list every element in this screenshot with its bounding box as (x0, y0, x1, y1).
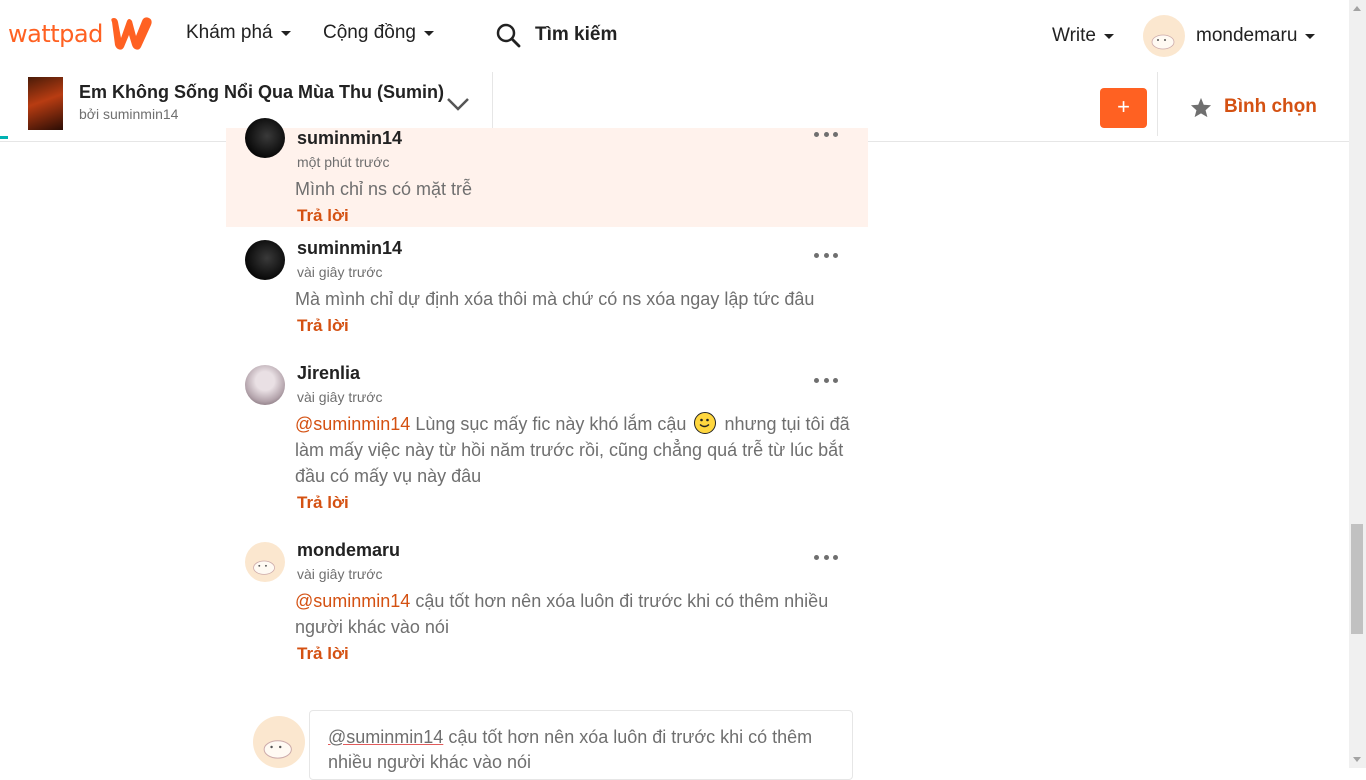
commenter-avatar[interactable] (245, 240, 285, 280)
comment-time: một phút trước (297, 154, 390, 170)
user-menu[interactable]: mondemaru (1143, 15, 1316, 57)
more-options-icon[interactable] (814, 249, 838, 261)
comment-list: suminmin14 một phút trước Mình chỉ ns có… (226, 118, 868, 679)
write-menu[interactable]: Write (1052, 25, 1114, 47)
reply-button[interactable]: Trả lời (297, 316, 850, 342)
commenter-name[interactable]: suminmin14 (297, 128, 850, 152)
composer-avatar (253, 716, 305, 768)
mention-link[interactable]: @suminmin14 (295, 591, 410, 611)
comment-item: suminmin14 một phút trước Mình chỉ ns có… (226, 118, 868, 227)
add-to-list-button[interactable]: + (1100, 88, 1147, 128)
top-navigation: wattpad Khám phá Cộng đồng Tìm kiếm Writ… (0, 0, 1349, 72)
more-options-icon[interactable] (814, 551, 838, 563)
scrollbar-thumb[interactable] (1351, 524, 1363, 634)
vote-label: Bình chọn (1224, 96, 1317, 117)
write-label: Write (1052, 25, 1096, 46)
search-label: Tìm kiếm (535, 24, 618, 45)
comment-text: Mà mình chỉ dự định xóa thôi mà chứ có n… (295, 289, 815, 309)
reading-progress-bar (0, 136, 8, 139)
caret-down-icon (1305, 33, 1316, 39)
composer-mention: @suminmin14 (328, 727, 444, 747)
caret-down-icon (280, 30, 291, 36)
commenter-name[interactable]: mondemaru (297, 540, 850, 564)
story-title[interactable]: Em Không Sống Nổi Qua Mùa Thu (Sumin) (79, 82, 444, 103)
discover-label: Khám phá (186, 22, 273, 43)
comment-text-part: Lùng sục mấy fic này khó lắm cậu (410, 414, 692, 434)
scroll-up-icon[interactable] (1353, 6, 1361, 11)
caret-down-icon (423, 30, 434, 36)
reply-button[interactable]: Trả lời (297, 493, 850, 519)
reply-button[interactable]: Trả lời (297, 644, 850, 670)
commenter-avatar[interactable] (245, 365, 285, 405)
commenter-name[interactable]: Jirenlia (297, 363, 850, 387)
comment-input[interactable]: @suminmin14 cậu tốt hơn nên xóa luôn đi … (309, 710, 853, 780)
comment-text: @suminmin14 Lùng sục mấy fic này khó lắm… (295, 411, 850, 489)
commenter-avatar[interactable] (245, 118, 285, 158)
commenter-avatar[interactable] (245, 542, 285, 582)
cat-avatar-icon (253, 560, 275, 575)
more-options-icon[interactable] (814, 374, 838, 386)
user-avatar (1143, 15, 1185, 57)
comment-time: vài giây trước (297, 389, 383, 405)
divider (1157, 72, 1158, 136)
chevron-down-icon[interactable] (446, 96, 470, 112)
vote-button[interactable]: Bình chọn (1190, 96, 1317, 118)
smile-emoji-icon (694, 412, 717, 434)
comment-text: Mình chỉ ns có mặt trễ (295, 179, 473, 199)
community-menu[interactable]: Cộng đồng (323, 22, 434, 44)
search-button[interactable]: Tìm kiếm (495, 22, 617, 48)
story-cover[interactable] (28, 77, 63, 130)
scroll-down-icon[interactable] (1353, 757, 1361, 762)
username: mondemaru (1196, 25, 1298, 46)
commenter-name[interactable]: suminmin14 (297, 238, 850, 262)
cat-avatar-icon (1151, 34, 1175, 50)
discover-menu[interactable]: Khám phá (186, 22, 291, 44)
search-icon (496, 23, 521, 48)
comment-item: mondemaru vài giây trước @suminmin14 cậu… (226, 529, 868, 679)
community-label: Cộng đồng (323, 22, 416, 43)
comment-item: suminmin14 vài giây trước Mà mình chỉ dự… (226, 227, 868, 352)
comment-text: @suminmin14 cậu tốt hơn nên xóa luôn đi … (295, 588, 850, 640)
comment-time: vài giây trước (297, 566, 383, 582)
wattpad-w-icon (111, 17, 152, 50)
mention-link[interactable]: @suminmin14 (295, 414, 410, 434)
star-icon (1190, 97, 1212, 117)
cat-avatar-icon (263, 740, 292, 759)
comment-item: Jirenlia vài giây trước @suminmin14 Lùng… (226, 352, 868, 529)
page-scrollbar[interactable] (1349, 0, 1366, 768)
more-options-icon[interactable] (814, 128, 838, 140)
wattpad-logo[interactable]: wattpad (8, 16, 155, 52)
story-author[interactable]: bởi suminmin14 (79, 106, 178, 122)
comment-time: vài giây trước (297, 264, 383, 280)
logo-text: wattpad (8, 20, 103, 48)
caret-down-icon (1103, 33, 1114, 39)
